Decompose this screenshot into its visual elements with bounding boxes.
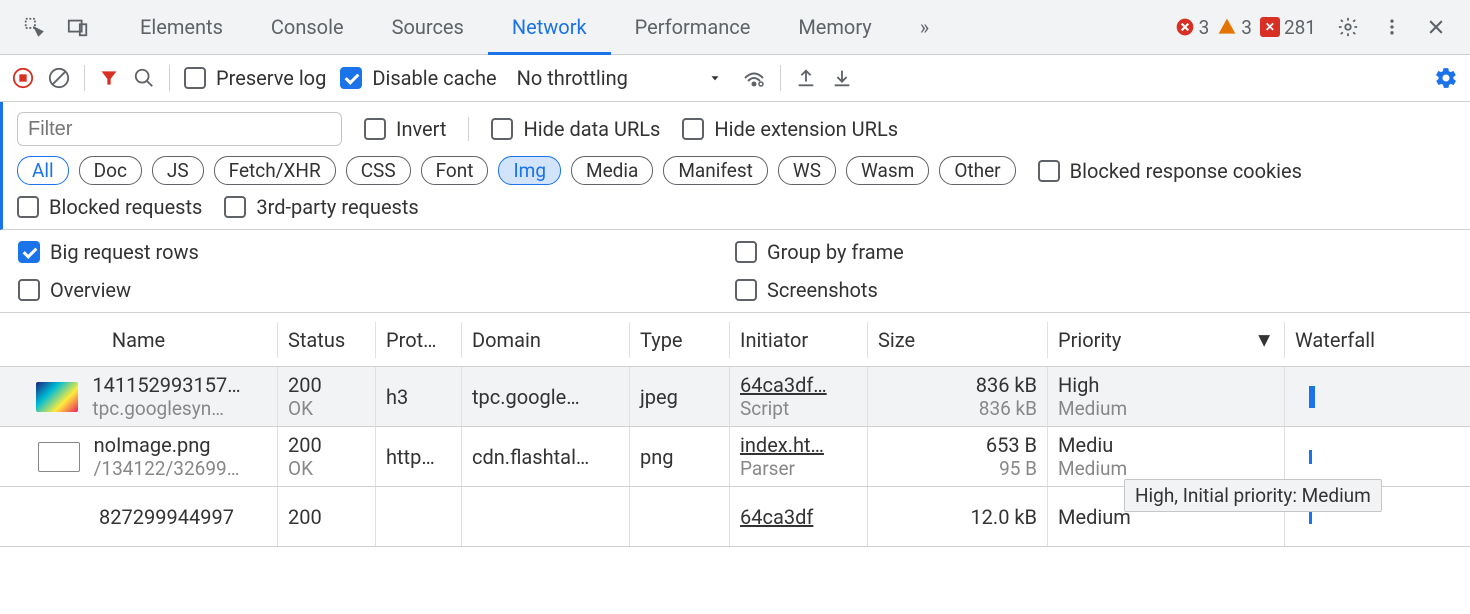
screenshots-checkbox[interactable]: Screenshots <box>735 278 878 302</box>
thumb-icon <box>36 382 78 412</box>
inspect-icon[interactable] <box>12 5 56 49</box>
type-pill-wasm[interactable]: Wasm <box>846 156 929 185</box>
close-icon[interactable] <box>1414 5 1458 49</box>
group-frame-checkbox[interactable]: Group by frame <box>735 240 904 264</box>
filter-icon[interactable] <box>99 68 119 88</box>
type-pill-js[interactable]: JS <box>152 156 204 185</box>
col-waterfall[interactable]: Waterfall <box>1285 322 1470 358</box>
type-pill-img[interactable]: Img <box>498 156 561 185</box>
import-har-icon[interactable] <box>831 67 853 89</box>
disable-cache-checkbox[interactable]: Disable cache <box>340 66 496 90</box>
export-har-icon[interactable] <box>795 67 817 89</box>
tab-sources[interactable]: Sources <box>368 0 488 55</box>
col-name[interactable]: Name <box>0 322 278 358</box>
warning-badge[interactable]: 3 <box>1217 16 1252 39</box>
thumb-icon <box>38 442 80 472</box>
type-pill-other[interactable]: Other <box>939 156 1015 185</box>
type-pill-media[interactable]: Media <box>571 156 653 185</box>
sort-desc-icon: ▼ <box>1254 327 1274 352</box>
settings-icon[interactable] <box>1326 5 1370 49</box>
table-row[interactable]: 141152993157…tpc.googlesyn…200OKh3tpc.go… <box>0 367 1470 427</box>
error-badge[interactable]: 3 <box>1175 16 1210 39</box>
options-bar: Big request rows Group by frame Overview… <box>0 230 1470 313</box>
blocked-requests-checkbox[interactable]: Blocked requests <box>17 195 202 219</box>
network-conditions-icon[interactable] <box>742 66 766 90</box>
tab-performance[interactable]: Performance <box>611 0 775 55</box>
filter-bar: Invert Hide data URLs Hide extension URL… <box>0 102 1470 230</box>
col-initiator[interactable]: Initiator <box>730 322 868 358</box>
tab-console[interactable]: Console <box>247 0 368 55</box>
blocked-cookies-checkbox[interactable]: Blocked response cookies <box>1038 159 1302 183</box>
type-filter-pills: All Doc JS Fetch/XHR CSS Font Img Media Manifest… <box>17 156 1016 185</box>
type-pill-manifest[interactable]: Manifest <box>663 156 768 185</box>
device-toggle-icon[interactable] <box>56 5 100 49</box>
badge-group: 3 3 ✕281 <box>1175 16 1316 39</box>
col-status[interactable]: Status <box>278 322 376 358</box>
search-icon[interactable] <box>133 67 155 89</box>
type-pill-ws[interactable]: WS <box>778 156 836 185</box>
filter-input[interactable] <box>17 112 342 146</box>
type-pill-all[interactable]: All <box>17 156 69 185</box>
hide-data-urls-checkbox[interactable]: Hide data URLs <box>491 117 660 141</box>
devtools-tabbar: ElementsConsoleSourcesNetworkPerformance… <box>0 0 1470 55</box>
network-toolbar: Preserve log Disable cache No throttling <box>0 55 1470 102</box>
tab-network[interactable]: Network <box>488 0 611 55</box>
type-pill-fetch-xhr[interactable]: Fetch/XHR <box>214 156 336 185</box>
issue-badge[interactable]: ✕281 <box>1260 16 1316 39</box>
waterfall-bar <box>1309 450 1312 464</box>
col-type[interactable]: Type <box>630 322 730 358</box>
col-domain[interactable]: Domain <box>462 322 630 358</box>
record-icon[interactable] <box>12 67 34 89</box>
clear-icon[interactable] <box>48 67 70 89</box>
col-protocol[interactable]: Prot… <box>376 322 462 358</box>
requests-table: Name Status Prot… Domain Type Initiator … <box>0 313 1470 547</box>
type-pill-css[interactable]: CSS <box>346 156 411 185</box>
waterfall-bar <box>1309 386 1315 408</box>
overview-checkbox[interactable]: Overview <box>18 278 131 302</box>
priority-tooltip: High, Initial priority: Medium <box>1124 479 1382 512</box>
type-pill-doc[interactable]: Doc <box>79 156 142 185</box>
type-pill-font[interactable]: Font <box>421 156 489 185</box>
invert-checkbox[interactable]: Invert <box>364 117 446 141</box>
big-rows-checkbox[interactable]: Big request rows <box>18 240 199 264</box>
hide-extension-urls-checkbox[interactable]: Hide extension URLs <box>682 117 898 141</box>
throttling-select[interactable]: No throttling <box>511 62 728 94</box>
col-priority[interactable]: Priority▼ <box>1048 322 1285 358</box>
kebab-menu-icon[interactable] <box>1370 5 1414 49</box>
tab-elements[interactable]: Elements <box>116 0 247 55</box>
col-size[interactable]: Size <box>868 322 1048 358</box>
tab-memory[interactable]: Memory <box>774 0 895 55</box>
table-row[interactable]: noImage.png/134122/32699…200OKhttp…cdn.f… <box>0 427 1470 487</box>
preserve-log-checkbox[interactable]: Preserve log <box>184 66 326 90</box>
third-party-checkbox[interactable]: 3rd-party requests <box>224 195 418 219</box>
network-settings-icon[interactable] <box>1434 66 1458 90</box>
more-tabs[interactable]: » <box>896 0 953 55</box>
table-header: Name Status Prot… Domain Type Initiator … <box>0 313 1470 367</box>
